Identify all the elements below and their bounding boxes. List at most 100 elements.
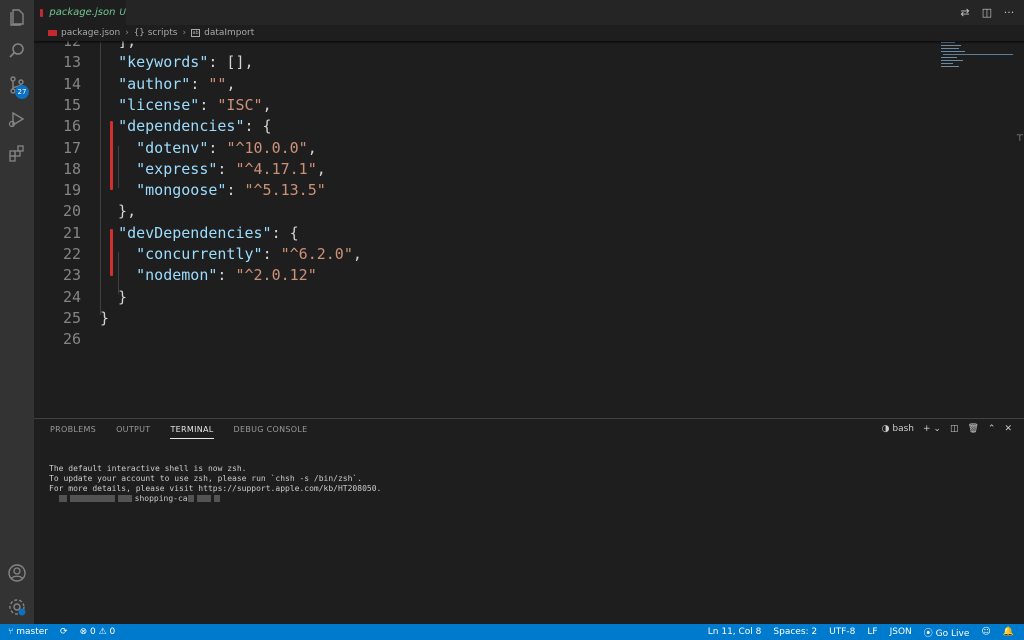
breadcrumb-file[interactable]: package.json [61, 28, 120, 38]
code-line: 16 "dependencies": { [34, 116, 924, 137]
token-key: "mongoose" [136, 181, 227, 200]
search-icon[interactable] [0, 34, 34, 68]
token-punc: } [100, 287, 128, 306]
token-key: "nodemon" [136, 266, 218, 285]
status-left: ⑂ master ⟳ ⊗ 0 ⚠ 0 [8, 624, 115, 640]
redacted-text [213, 495, 220, 502]
token-punc: , [307, 138, 317, 157]
token-punc: : [199, 95, 218, 114]
status-right: Ln 11, Col 8 Spaces: 2 UTF-8 LF JSON ⦿ G… [708, 624, 1014, 640]
language-mode[interactable]: JSON [890, 627, 912, 637]
line-number: 23 [62, 266, 81, 285]
new-terminal-icon[interactable]: + ⌄ [923, 424, 941, 434]
tab-problems[interactable]: PROBLEMS [50, 425, 96, 439]
tab-output[interactable]: OUTPUT [116, 425, 150, 439]
token-punc: : [190, 74, 209, 93]
account-icon[interactable] [0, 556, 34, 590]
token-key: "dependencies" [118, 117, 245, 136]
panel-tabs: PROBLEMS OUTPUT TERMINAL DEBUG CONSOLE [50, 425, 308, 439]
annotation-mark-devdependencies [110, 229, 113, 276]
indentation[interactable]: Spaces: 2 [773, 627, 817, 637]
line-number: 24 [62, 287, 81, 306]
run-debug-icon[interactable] [0, 102, 34, 136]
breadcrumb-item[interactable]: dataImport [204, 28, 254, 38]
token-punc: , [226, 74, 236, 93]
sync-icon[interactable]: ⟳ [60, 627, 68, 637]
code-line: 19 "mongoose": "^5.13.5" [34, 180, 924, 201]
code-text: "license": "ISC", [100, 95, 272, 116]
code-line: 13 "keywords": [], [34, 52, 924, 73]
close-panel-icon[interactable]: ✕ [1004, 424, 1012, 434]
code-line: 15 "license": "ISC", [34, 95, 924, 116]
code-line: 25} [34, 308, 924, 329]
warning-count: 0 [109, 627, 116, 637]
status-bar: ⑂ master ⟳ ⊗ 0 ⚠ 0 Ln 11, Col 8 Spaces: … [0, 624, 1024, 640]
code-line: 14 "author": "", [34, 74, 924, 95]
go-live-label: Go Live [935, 628, 970, 639]
notifications-bell-icon[interactable]: 🔔 [1003, 627, 1014, 637]
code-line: 20 }, [34, 201, 924, 222]
tab-package-json[interactable]: package.json U [34, 0, 126, 25]
more-actions-icon[interactable]: ··· [1002, 6, 1016, 20]
code-line: 26 [34, 329, 924, 350]
line-number: 13 [62, 53, 81, 72]
token-str: "^10.0.0" [226, 138, 308, 157]
go-live-button[interactable]: ⦿ Go Live [924, 626, 970, 639]
code-editor[interactable]: 12 ], 13 "keywords": [], 14 "author": "", 1… [34, 41, 1024, 418]
token-punc: : [], [208, 53, 254, 72]
branch-name: master [16, 627, 49, 637]
line-number: 16 [62, 117, 81, 136]
line-number: 14 [62, 74, 81, 93]
redacted-text [69, 495, 115, 502]
terminal-prompt: shopping-ca [49, 494, 381, 504]
token-punc: , [262, 95, 272, 114]
code-text: "devDependencies": { [100, 223, 299, 244]
extensions-icon[interactable] [0, 136, 34, 170]
broadcast-icon: ⦿ [923, 628, 936, 639]
scroll-shadow [34, 41, 1024, 44]
open-changes-icon[interactable]: ⇄ [958, 6, 972, 20]
code-text: "dotenv": "^10.0.0", [100, 138, 317, 159]
line-number: 26 [62, 330, 81, 349]
token-key: "concurrently" [136, 245, 263, 263]
minimap[interactable] [939, 41, 1019, 71]
token-punc: }, [100, 202, 137, 221]
branch-item[interactable]: ⑂ master [8, 627, 48, 637]
bash-icon: ◑ [881, 424, 890, 434]
panel-actions: ◑ bash + ⌄ ◫ 🗑 ⌃ ✕ [882, 424, 1012, 434]
breadcrumb-scripts[interactable]: scripts [148, 28, 178, 38]
feedback-icon[interactable]: ☺ [981, 627, 990, 637]
code-text: "keywords": [], [100, 52, 254, 73]
token-str: "^6.2.0" [280, 245, 353, 263]
tab-label: package.json [49, 7, 116, 18]
kill-terminal-icon[interactable]: 🗑 [967, 424, 978, 434]
split-editor-icon[interactable]: ◫ [980, 6, 994, 20]
code-text: "author": "", [100, 74, 235, 95]
eol[interactable]: LF [867, 627, 877, 637]
split-terminal-icon[interactable]: ◫ [950, 424, 959, 434]
code-line: 24 } [34, 287, 924, 308]
token-punc: : [226, 181, 245, 200]
code-text: "dependencies": { [100, 116, 272, 137]
explorer-icon[interactable] [0, 0, 34, 34]
tab-debug-console[interactable]: DEBUG CONSOLE [234, 425, 308, 439]
cursor-position[interactable]: Ln 11, Col 8 [708, 627, 762, 637]
maximize-panel-icon[interactable]: ⌃ [988, 424, 996, 434]
tab-terminal[interactable]: TERMINAL [170, 425, 214, 439]
settings-gear-icon[interactable] [0, 590, 34, 624]
token-str: "^2.0.12" [235, 266, 317, 285]
terminal-line: To update your account to use zsh, pleas… [49, 474, 363, 483]
problems-item[interactable]: ⊗ 0 ⚠ 0 [80, 627, 116, 637]
scm-badge: 27 [15, 85, 29, 99]
line-number: 18 [62, 159, 81, 178]
token-punc: : [262, 245, 281, 263]
terminal-output[interactable]: The default interactive shell is now zsh… [49, 454, 381, 504]
redacted-text [117, 495, 132, 502]
code-text: "express": "^4.17.1", [100, 159, 326, 180]
json-file-icon [40, 8, 44, 17]
token-str: "^4.17.1" [235, 159, 317, 178]
encoding[interactable]: UTF-8 [829, 627, 855, 637]
bottom-panel: PROBLEMS OUTPUT TERMINAL DEBUG CONSOLE ◑… [34, 418, 1024, 624]
terminal-shell-selector[interactable]: ◑ bash [882, 424, 914, 434]
overview-ruler-mark: ⊤ [1016, 134, 1024, 144]
